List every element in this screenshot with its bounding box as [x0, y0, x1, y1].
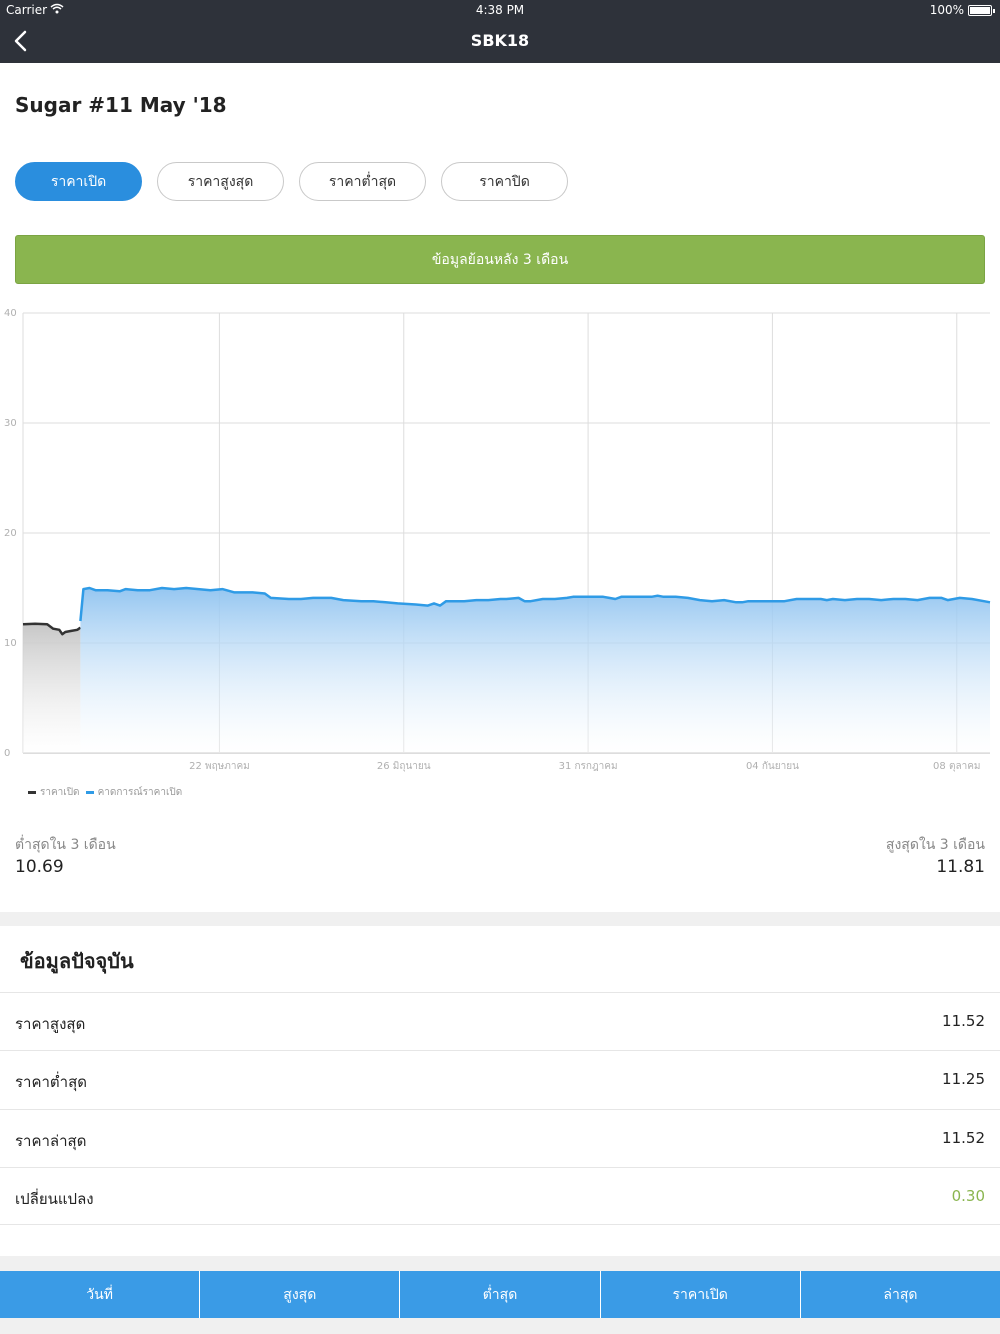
max-3m-value: 11.81 — [936, 857, 985, 877]
series-area-forecast — [80, 588, 990, 753]
price-chart: 0 10 20 30 40 22 พฤษภาคม 26 มิถุนายน 31 กรกฎาคม… — [4, 308, 991, 772]
info-label: ราคาสูงสุด — [15, 1015, 86, 1033]
info-value: 11.52 — [942, 1012, 985, 1030]
y-tick-label: 40 — [4, 308, 17, 319]
column-header-high[interactable]: สูงสุด — [200, 1271, 401, 1318]
info-row-last: ราคาล่าสุด 11.52 — [0, 1109, 1000, 1167]
navigation-bar: SBK18 — [0, 20, 1000, 63]
battery-percent: 100% — [929, 3, 964, 17]
legend-label-forecast: คาดการณ์ราคาเปิด — [97, 787, 183, 798]
change-value: 0.30 — [951, 1187, 985, 1205]
x-tick-label: 04 กันยายน — [746, 761, 799, 772]
info-row-high: ราคาสูงสุด 11.52 — [0, 992, 1000, 1050]
chart-legend: ราคาเปิด คาดการณ์ราคาเปิด — [28, 785, 188, 800]
info-label: ราคาต่ำสุด — [15, 1073, 87, 1091]
nav-title: SBK18 — [470, 31, 530, 50]
section-divider — [0, 1256, 1000, 1271]
page-title: Sugar #11 May '18 — [15, 93, 227, 117]
legend-item-actual: ราคาเปิด — [28, 785, 80, 800]
x-tick-label: 22 พฤษภาคม — [189, 761, 250, 772]
info-row-change: เปลี่ยนแปลง 0.30 — [0, 1167, 1000, 1225]
tab-open-price[interactable]: ราคาเปิด — [15, 162, 142, 201]
min-3m-value: 10.69 — [15, 857, 64, 877]
section-divider — [0, 912, 1000, 926]
series-area-actual — [23, 623, 81, 753]
x-tick-label: 31 กรกฎาคม — [559, 761, 618, 772]
column-header-low[interactable]: ต่ำสุด — [400, 1271, 601, 1318]
column-header-last[interactable]: ล่าสุด — [801, 1271, 1000, 1318]
x-tick-label: 26 มิถุนายน — [377, 761, 431, 772]
back-button[interactable] — [8, 26, 38, 56]
battery-icon — [968, 5, 995, 16]
tab-close-price[interactable]: ราคาปิด — [441, 162, 568, 201]
column-header-date[interactable]: วันที่ — [0, 1271, 201, 1318]
chevron-left-icon — [14, 30, 27, 52]
info-value: 11.52 — [942, 1129, 985, 1147]
legend-item-forecast: คาดการณ์ราคาเปิด — [85, 785, 183, 800]
legend-swatch-forecast — [85, 791, 94, 794]
legend-swatch-actual — [28, 791, 36, 794]
legend-label-actual: ราคาเปิด — [40, 787, 80, 798]
min-3m-label: ต่ำสุดใน 3 เดือน — [15, 837, 116, 853]
info-label: เปลี่ยนแปลง — [15, 1190, 94, 1208]
history-table-header: วันที่ สูงสุด ต่ำสุด ราคาเปิด ล่าสุด — [0, 1271, 1000, 1318]
tab-low-price[interactable]: ราคาต่ำสุด — [299, 162, 426, 201]
y-tick-label: 0 — [4, 748, 10, 759]
y-tick-label: 10 — [4, 638, 17, 649]
price-type-tabs: ราคาเปิด ราคาสูงสุด ราคาต่ำสุด ราคาปิด — [15, 162, 568, 201]
column-header-open[interactable]: ราคาเปิด — [601, 1271, 801, 1318]
bottom-spacer — [0, 1318, 1000, 1334]
info-label: ราคาล่าสุด — [15, 1132, 87, 1150]
tab-high-price[interactable]: ราคาสูงสุด — [157, 162, 284, 201]
status-time: 4:38 PM — [475, 3, 525, 17]
y-tick-label: 30 — [4, 418, 17, 429]
status-bar: Carrier 4:38 PM 100% — [0, 0, 1000, 20]
info-row-low: ราคาต่ำสุด 11.25 — [0, 1050, 1000, 1108]
y-tick-label: 20 — [4, 528, 17, 539]
max-3m-label: สูงสุดใน 3 เดือน — [885, 837, 985, 853]
history-range-button[interactable]: ข้อมูลย้อนหลัง 3 เดือน — [15, 235, 985, 284]
current-info-title: ข้อมูลปัจจุบัน — [20, 949, 134, 973]
x-tick-label: 08 ตุลาคม — [933, 761, 980, 772]
info-value: 11.25 — [942, 1070, 985, 1088]
